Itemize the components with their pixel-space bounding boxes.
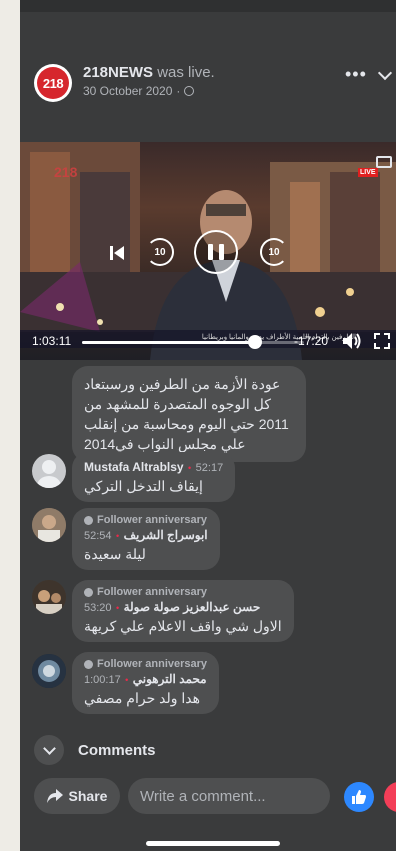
comment-text: كل الوجوه المتصدرة للمشهد من: [84, 396, 271, 412]
comment-header: 52:54 • ابوسراج الشريف: [84, 528, 208, 542]
comment-time[interactable]: 52:54: [84, 530, 112, 542]
remaining-time: -17:20: [294, 334, 329, 348]
news-ticker: الطرفين بالتزام الليبية الأطراف يدعو وال…: [20, 330, 396, 348]
post-date[interactable]: 30 October 2020: [83, 84, 172, 98]
badge-icon: [84, 659, 93, 669]
comment-bubble[interactable]: Follower anniversary 1:00:17 • محمد التر…: [72, 652, 220, 714]
comment-author[interactable]: Mustafa Altrablsy: [84, 460, 184, 474]
user-photo: [32, 580, 66, 614]
more-options-button[interactable]: •••: [345, 64, 367, 85]
action-bar: Share: [20, 776, 396, 816]
share-label: Share: [68, 788, 108, 804]
avatar[interactable]: [32, 508, 66, 542]
like-button[interactable]: [344, 782, 374, 812]
meta-separator: ·: [176, 84, 181, 98]
comment-author[interactable]: ابوسراج الشريف: [124, 528, 208, 542]
comment-time[interactable]: 1:00:17: [84, 674, 121, 686]
video-player[interactable]: 218 LIVE 10 10 الطرفين بالتزام الليبية ا…: [20, 142, 396, 360]
badge-label: Follower anniversary: [97, 658, 208, 670]
pause-icon-bar: [219, 244, 224, 260]
seek-progress: [82, 341, 256, 344]
volume-button[interactable]: [342, 332, 362, 350]
previous-button[interactable]: [106, 242, 128, 264]
comment-text: ليلة سعيدة: [84, 546, 146, 562]
comment-input[interactable]: [128, 778, 330, 814]
badge-label: Follower anniversary: [97, 586, 208, 598]
comments-toggle-label[interactable]: Comments: [78, 742, 156, 759]
badge-icon: [84, 587, 93, 597]
comment-text: هدا ولد حرام مصفي: [84, 690, 200, 706]
forward-10-label: 10: [268, 246, 280, 258]
live-status-text: was live.: [157, 64, 215, 81]
page-avatar[interactable]: 218: [34, 64, 72, 102]
avatar[interactable]: [32, 654, 66, 688]
chevron-down-icon[interactable]: [34, 735, 64, 765]
heart-icon[interactable]: [384, 782, 396, 812]
live-badge: LIVE: [358, 168, 378, 177]
user-photo: [32, 654, 66, 688]
comment-bubble[interactable]: Follower anniversary 53:20 • حسن عبدالعز…: [72, 580, 294, 642]
comments-toggle[interactable]: Comments: [34, 735, 156, 765]
forward-10-button[interactable]: 10: [260, 238, 288, 266]
comment-header: Mustafa Altrablsy • 52:17: [84, 460, 224, 474]
speaker-icon: [343, 333, 361, 349]
comment-text: إيقاف التدخل التركي: [84, 478, 203, 494]
badge-label: Follower anniversary: [97, 514, 208, 526]
comment-author[interactable]: محمد الترهوني: [133, 672, 207, 686]
live-post-viewer: 218 218NEWS was live. 30 October 2020 · …: [20, 0, 396, 851]
share-button[interactable]: Share: [34, 778, 120, 814]
share-arrow-icon: [46, 789, 63, 803]
comment-header: 53:20 • حسن عبدالعزيز صولة صولة: [84, 600, 261, 614]
home-indicator: [146, 841, 280, 846]
post-meta: 30 October 2020 ·: [83, 84, 195, 98]
comment-text: 2011 حتي اليوم ومحاسبة من إنقلب: [84, 416, 289, 432]
page-logo: 218: [37, 67, 69, 99]
status-strip: [20, 0, 396, 12]
comment-text: الاول شي واقف الاعلام علي كريهة: [84, 618, 282, 634]
post-header: 218 218NEWS was live. 30 October 2020 · …: [20, 60, 396, 104]
seek-bar[interactable]: [82, 335, 304, 349]
globe-icon: [184, 86, 195, 96]
channel-watermark: 218: [54, 164, 78, 180]
comment-text: عودة الأزمة من الطرفين ورسبتعاد: [84, 376, 281, 392]
pause-icon-bar: [208, 244, 213, 260]
ticker-text: الطرفين بالتزام الليبية الأطراف يدعو وال…: [201, 334, 356, 341]
comment-header: 1:00:17 • محمد الترهوني: [84, 672, 207, 686]
comment-bubble[interactable]: Mustafa Altrablsy • 52:17 إيقاف التدخل ا…: [72, 452, 236, 502]
skip-back-icon: [110, 246, 124, 260]
thumbs-up-icon: [352, 790, 366, 804]
comment-bubble[interactable]: Follower anniversary 52:54 • ابوسراج الش…: [72, 508, 220, 570]
avatar[interactable]: [32, 454, 66, 488]
rewind-10-label: 10: [154, 246, 166, 258]
page-name-link[interactable]: 218NEWS: [83, 64, 153, 81]
badge-icon: [84, 515, 93, 525]
user-photo: [32, 508, 66, 542]
cast-icon[interactable]: [376, 156, 392, 168]
comment-time[interactable]: 53:20: [84, 602, 112, 614]
badge: Follower anniversary: [84, 658, 207, 670]
rewind-10-button[interactable]: 10: [146, 238, 174, 266]
post-title: 218NEWS was live.: [83, 64, 215, 81]
comment-text: علي مجلس النواب في2014: [84, 436, 246, 452]
badge: Follower anniversary: [84, 514, 208, 526]
avatar[interactable]: [32, 580, 66, 614]
comment-author[interactable]: حسن عبدالعزيز صولة صولة: [124, 600, 261, 614]
comment-bubble[interactable]: عودة الأزمة من الطرفين ورسبتعاد كل الوجو…: [72, 366, 306, 462]
chevron-down-icon[interactable]: [377, 65, 393, 81]
elapsed-time: 1:03:11: [32, 334, 72, 348]
pause-button[interactable]: [194, 230, 238, 274]
badge: Follower anniversary: [84, 586, 282, 598]
comment-time[interactable]: 52:17: [196, 462, 224, 474]
fullscreen-icon[interactable]: [374, 333, 390, 349]
